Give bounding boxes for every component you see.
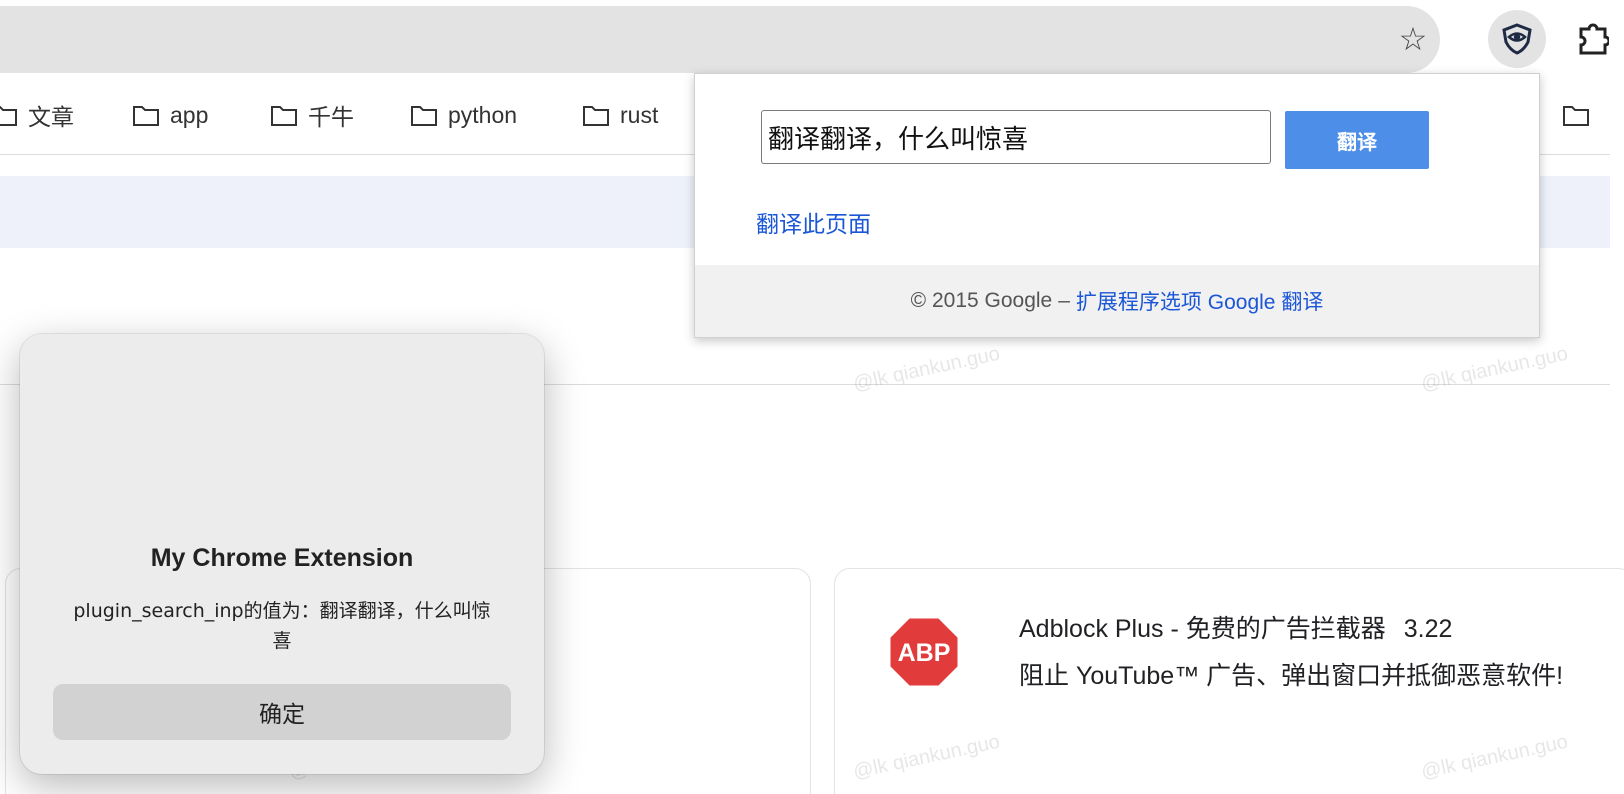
folder-icon bbox=[411, 106, 437, 126]
bookmark-folder-python[interactable]: python bbox=[410, 97, 517, 133]
extension-title-row: Adblock Plus - 免费的广告拦截器 3.22 bbox=[1019, 609, 1452, 645]
shield-extension-icon[interactable] bbox=[1488, 10, 1546, 68]
puzzle-icon[interactable] bbox=[1570, 16, 1616, 62]
bookmark-label: python bbox=[448, 101, 518, 128]
folder-icon bbox=[0, 106, 17, 126]
alert-dialog: My Chrome Extension plugin_search_inp的值为… bbox=[20, 334, 544, 774]
address-bar[interactable] bbox=[0, 6, 1440, 73]
watermark: @lk qiankun.guo bbox=[1419, 342, 1570, 396]
bookmark-folder-qianniu[interactable]: 千牛 bbox=[270, 97, 354, 133]
bookmark-label: 千牛 bbox=[308, 104, 354, 130]
bookmark-folder-wenzhang[interactable]: 文章 bbox=[0, 97, 74, 133]
adblock-plus-logo: ABP bbox=[887, 615, 961, 689]
extension-card-adblock-plus[interactable]: ABP Adblock Plus - 免费的广告拦截器 3.22 阻止 YouTu… bbox=[834, 568, 1624, 794]
dialog-title: My Chrome Extension bbox=[150, 544, 414, 572]
folder-icon bbox=[583, 106, 609, 126]
bookmark-label: rust bbox=[620, 101, 659, 128]
extension-version: 3.22 bbox=[1403, 615, 1453, 643]
folder-icon bbox=[133, 106, 159, 126]
google-translate-link[interactable]: Google 翻译 bbox=[1208, 286, 1324, 316]
footer-separator: – bbox=[1058, 289, 1070, 312]
bookmark-label: app bbox=[170, 101, 209, 128]
extension-title: Adblock Plus - 免费的广告拦截器 bbox=[1019, 615, 1386, 643]
folder-icon bbox=[1563, 106, 1589, 126]
extension-options-link[interactable]: 扩展程序选项 bbox=[1076, 286, 1202, 316]
translate-text-input[interactable] bbox=[761, 110, 1271, 164]
dialog-ok-button[interactable]: 确定 bbox=[53, 684, 511, 740]
watermark: @lk qiankun.guo bbox=[851, 342, 1002, 396]
copyright-text: © 2015 Google bbox=[910, 289, 1053, 312]
bookmark-label: 文章 bbox=[28, 104, 74, 130]
popup-footer: © 2015 Google – 扩展程序选项 Google 翻译 bbox=[695, 265, 1539, 337]
browser-toolbar: ☆ bbox=[0, 0, 1624, 75]
folder-icon bbox=[271, 106, 297, 126]
translate-button[interactable]: 翻译 bbox=[1285, 111, 1429, 169]
bookmark-star-icon[interactable]: ☆ bbox=[1390, 16, 1436, 62]
bookmark-folder-overflow[interactable] bbox=[1562, 97, 1590, 133]
translate-page-link[interactable]: 翻译此页面 bbox=[756, 205, 871, 239]
bookmark-folder-rust[interactable]: rust bbox=[582, 97, 658, 133]
bookmark-folder-app[interactable]: app bbox=[132, 97, 208, 133]
dialog-message: plugin_search_inp的值为：翻译翻译，什么叫惊喜 bbox=[73, 600, 491, 652]
google-translate-popup: 翻译 翻译此页面 © 2015 Google – 扩展程序选项 Google 翻… bbox=[694, 73, 1540, 338]
abp-logo-text: ABP bbox=[898, 639, 951, 667]
extension-description: 阻止 YouTube™ 广告、弹出窗口并抵御恶意软件! bbox=[1019, 662, 1564, 690]
